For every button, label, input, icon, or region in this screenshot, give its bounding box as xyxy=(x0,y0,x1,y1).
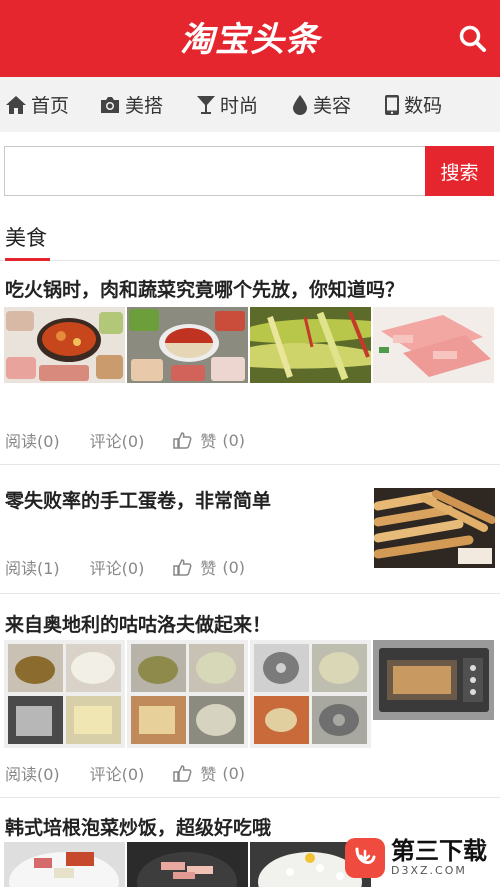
search-bar: 搜索 xyxy=(4,146,494,196)
article-image[interactable] xyxy=(250,640,371,748)
camera-icon xyxy=(101,96,120,113)
article-meta: 阅读(0) 评论(0) 赞 (0) xyxy=(5,761,245,785)
nav-item-beauty[interactable]: 美容 xyxy=(291,77,351,132)
top-bar: 淘宝头条 xyxy=(0,0,500,77)
article-image[interactable] xyxy=(127,640,248,748)
nav-label: 时尚 xyxy=(220,95,259,117)
article-title[interactable]: 零失败率的手工蛋卷，非常简单 xyxy=(5,486,271,513)
comment-count[interactable]: 评论(0) xyxy=(90,428,145,452)
category-nav: 首页 美搭 时尚 美容 数码 xyxy=(0,77,500,132)
read-count: 阅读(0) xyxy=(5,765,60,784)
article-title[interactable]: 吃火锅时，肉和蔬菜究竟哪个先放，你知道吗？ xyxy=(5,275,404,302)
like-label[interactable]: 赞 xyxy=(200,428,216,452)
article-image[interactable] xyxy=(4,842,125,887)
article-image[interactable] xyxy=(4,640,125,748)
drop-icon xyxy=(293,94,308,115)
like-count: (0) xyxy=(222,430,246,450)
nav-label: 首页 xyxy=(31,95,70,117)
nav-item-fashion[interactable]: 时尚 xyxy=(196,77,258,132)
article-title[interactable]: 韩式培根泡菜炒饭，超级好吃哦 xyxy=(5,813,271,840)
article-image[interactable] xyxy=(4,307,125,383)
divider xyxy=(0,260,500,261)
article-image[interactable] xyxy=(250,307,371,383)
nav-label: 美容 xyxy=(313,95,352,117)
app-logo[interactable]: 淘宝头条 xyxy=(0,12,500,61)
article-image[interactable] xyxy=(127,842,248,887)
cocktail-icon xyxy=(197,95,216,114)
comment-count[interactable]: 评论(0) xyxy=(90,761,145,785)
nav-item-style[interactable]: 美搭 xyxy=(99,77,163,132)
watermark-logo: 第三下载 D3XZ.COM xyxy=(345,830,495,885)
divider xyxy=(0,797,500,798)
article-title[interactable]: 来自奥地利的咕咕洛夫做起来！ xyxy=(5,610,271,637)
like-label[interactable]: 赞 xyxy=(200,761,216,785)
watermark-title: 第三下载 xyxy=(391,837,487,865)
thumbs-up-icon[interactable] xyxy=(172,558,192,576)
nav-item-home[interactable]: 首页 xyxy=(5,77,69,132)
download-icon xyxy=(345,837,385,878)
article-meta: 阅读(1) 评论(0) 赞 (0) xyxy=(5,555,245,579)
thumbs-up-icon[interactable] xyxy=(172,431,192,449)
article-image[interactable] xyxy=(373,640,494,720)
search-button[interactable]: 搜索 xyxy=(425,146,494,196)
article-image[interactable] xyxy=(373,307,494,383)
article-image[interactable] xyxy=(374,488,495,568)
like-count: (0) xyxy=(222,763,246,783)
divider xyxy=(0,593,500,594)
nav-item-digital[interactable]: 数码 xyxy=(384,77,442,132)
comment-count[interactable]: 评论(0) xyxy=(90,555,145,579)
phone-icon xyxy=(385,94,400,115)
divider xyxy=(0,464,500,465)
article-meta: 阅读(0) 评论(0) 赞 (0) xyxy=(5,428,245,452)
thumbs-up-icon[interactable] xyxy=(172,764,192,782)
section-underline xyxy=(5,258,50,261)
read-count: 阅读(1) xyxy=(5,559,60,578)
watermark-url: D3XZ.COM xyxy=(391,864,467,877)
like-count: (0) xyxy=(222,557,246,577)
home-icon xyxy=(6,95,26,114)
nav-label: 数码 xyxy=(404,95,443,117)
search-input[interactable] xyxy=(4,146,426,196)
section-title: 美食 xyxy=(5,226,47,250)
nav-label: 美搭 xyxy=(125,95,164,117)
read-count: 阅读(0) xyxy=(5,432,60,451)
article-image[interactable] xyxy=(127,307,248,383)
search-icon[interactable] xyxy=(458,24,488,54)
like-label[interactable]: 赞 xyxy=(200,555,216,579)
